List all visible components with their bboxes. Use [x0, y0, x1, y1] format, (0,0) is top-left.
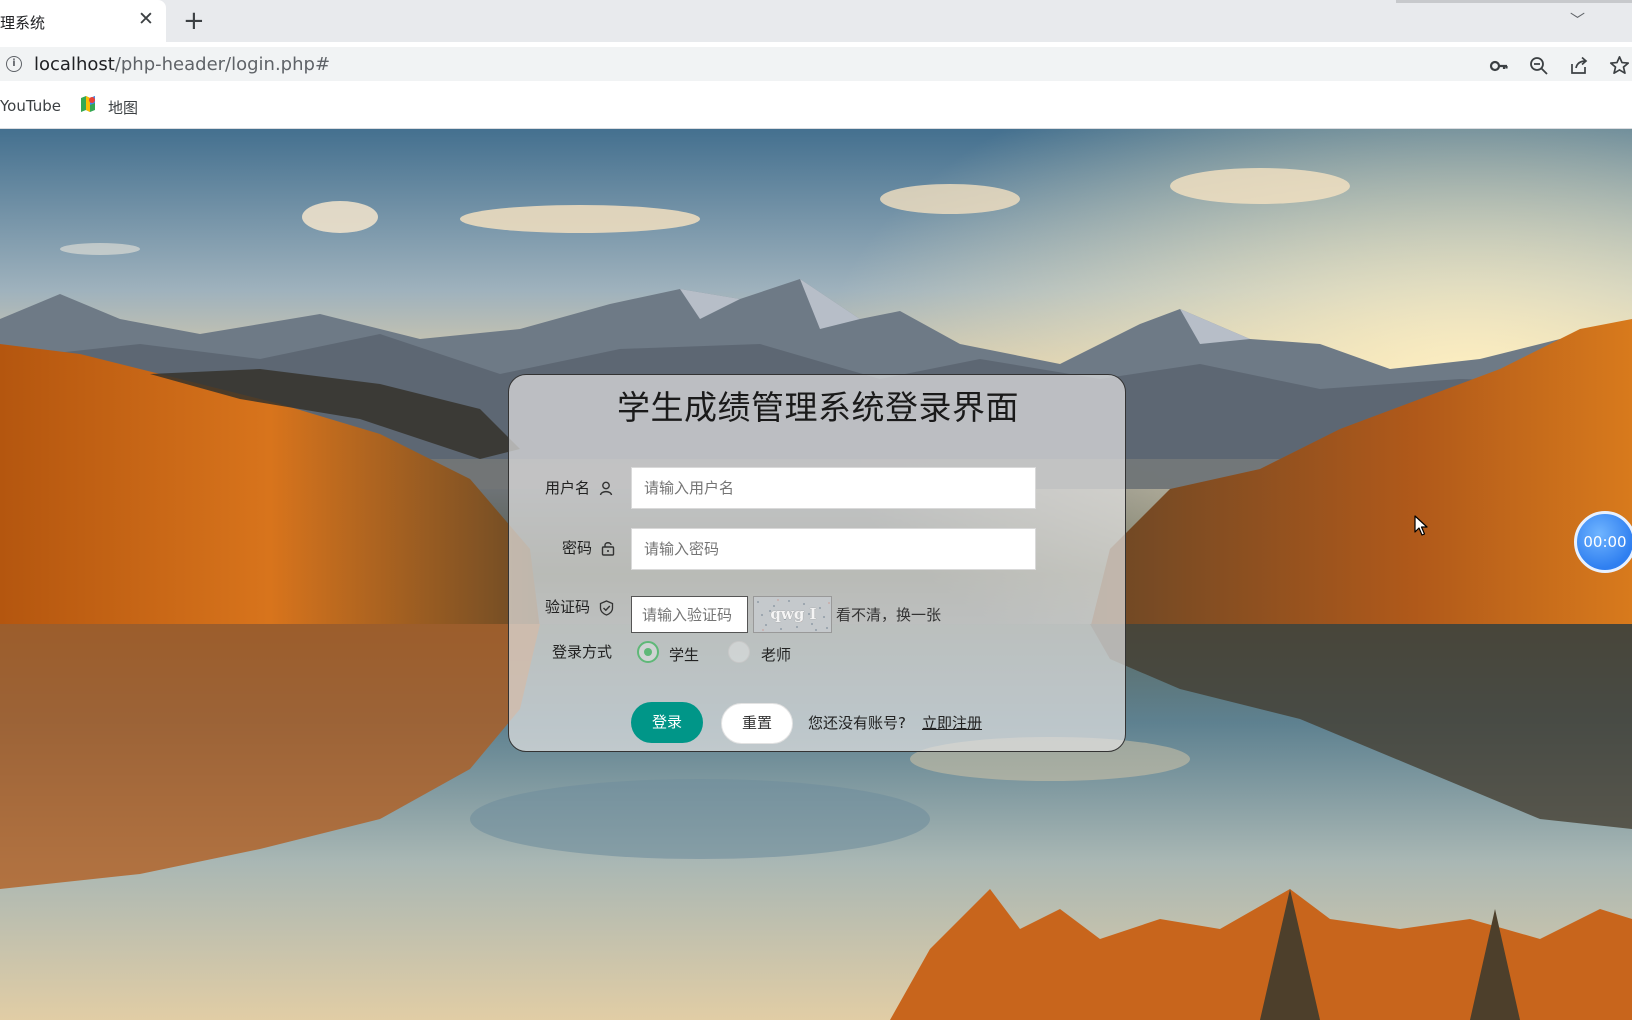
- zoom-out-icon[interactable]: [1529, 56, 1549, 76]
- username-label: 用户名: [545, 479, 591, 497]
- tab-title: 理系统: [0, 14, 46, 32]
- password-input[interactable]: [631, 528, 1036, 570]
- login-type-label: 登录方式: [552, 643, 613, 661]
- info-icon[interactable]: i: [6, 56, 22, 72]
- page-viewport: 学生成绩管理系统登录界面 用户名 密码 验证码: [0, 129, 1632, 1020]
- bookmark-youtube[interactable]: YouTube: [0, 97, 61, 115]
- bookmarks-bar: YouTube 地图: [0, 85, 1632, 129]
- close-tab-icon[interactable]: ✕: [138, 8, 154, 30]
- password-label-row: 密码: [562, 537, 615, 558]
- lock-icon: [601, 542, 614, 556]
- username-input[interactable]: [631, 467, 1036, 509]
- reset-button[interactable]: 重置: [721, 703, 793, 744]
- page-title: 学生成绩管理系统登录界面: [617, 388, 1019, 427]
- password-label: 密码: [562, 539, 593, 557]
- captcha-text: qwg I: [770, 605, 817, 623]
- login-button[interactable]: 登录: [631, 702, 703, 743]
- login-card: 学生成绩管理系统登录界面 用户名 密码 验证码: [508, 374, 1126, 752]
- radio-student-label[interactable]: 学生: [669, 644, 699, 665]
- url-host: localhost: [34, 54, 115, 75]
- mouse-cursor-icon: [1414, 515, 1428, 536]
- chevron-down-icon[interactable]: ﹀: [1570, 9, 1585, 30]
- bookmark-maps[interactable]: 地图: [108, 97, 138, 118]
- radio-teacher[interactable]: [728, 641, 750, 663]
- key-icon[interactable]: [1489, 56, 1509, 76]
- captcha-label: 验证码: [545, 598, 591, 616]
- window-controls-strip: [1396, 0, 1632, 3]
- register-link[interactable]: 立即注册: [922, 712, 982, 733]
- captcha-refresh-link[interactable]: 看不清，换一张: [836, 604, 941, 625]
- star-icon[interactable]: [1609, 55, 1630, 76]
- timer-widget[interactable]: 00:00: [1574, 511, 1632, 573]
- tab-bar: 理系统 ✕ + ﹀: [0, 0, 1632, 42]
- radio-teacher-label[interactable]: 老师: [761, 644, 791, 665]
- captcha-input[interactable]: [631, 596, 748, 633]
- url-text[interactable]: localhost/php-header/login.php#: [34, 54, 330, 75]
- user-icon: [599, 481, 612, 496]
- username-label-row: 用户名: [545, 477, 613, 498]
- url-path: /php-header/login.php#: [114, 54, 331, 75]
- radio-student[interactable]: [637, 641, 659, 663]
- captcha-label-row: 验证码: [545, 596, 614, 617]
- no-account-text: 您还没有账号?: [808, 714, 906, 732]
- maps-icon: [81, 96, 95, 112]
- share-icon[interactable]: [1569, 56, 1589, 76]
- shield-check-icon: [599, 599, 613, 616]
- new-tab-icon[interactable]: +: [183, 5, 205, 37]
- browser-tab[interactable]: 理系统 ✕: [0, 0, 166, 42]
- captcha-image[interactable]: qwg I: [753, 596, 832, 633]
